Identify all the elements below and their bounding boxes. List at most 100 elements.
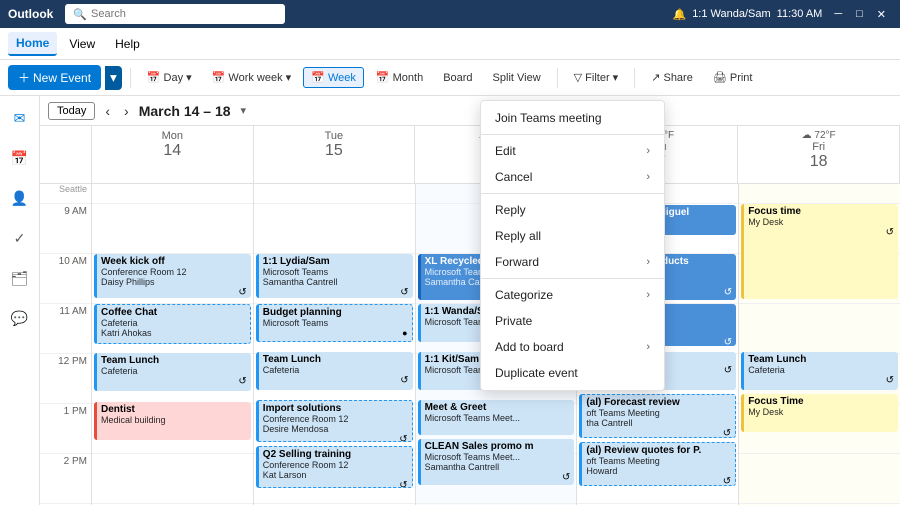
event-week-kickoff[interactable]: Week kick off Conference Room 12 Daisy P…	[94, 254, 251, 298]
ctx-add-board-arrow: ›	[646, 341, 650, 353]
seattle-time: Seattle	[40, 184, 91, 204]
ctx-add-board-label: Add to board	[495, 340, 564, 354]
prev-week-button[interactable]: ‹	[101, 103, 114, 119]
time-2pm: 2 PM	[40, 454, 91, 504]
day-name-mon: Mon	[94, 130, 251, 142]
maximize-button[interactable]: □	[850, 0, 869, 28]
ctx-forward-arrow: ›	[646, 256, 650, 268]
plus-icon: ＋	[18, 69, 30, 86]
event-coffee-chat[interactable]: Coffee Chat Cafeteria Katri Ahokas	[94, 304, 251, 344]
ctx-reply-all-label: Reply all	[495, 229, 541, 243]
search-icon: 🔍	[73, 8, 87, 21]
event-q2-selling[interactable]: Q2 Selling training Conference Room 12 K…	[256, 446, 413, 488]
nav-bar: Home View Help	[0, 28, 900, 60]
calendar-icon[interactable]: 📅	[6, 144, 34, 172]
ctx-categorize-arrow: ›	[646, 289, 650, 301]
day-num-tue: 15	[256, 142, 413, 160]
today-button[interactable]: Today	[48, 102, 95, 120]
share-button[interactable]: ↗ Share	[643, 67, 701, 88]
workweek-view-button[interactable]: 📅 Work week ▾	[204, 67, 300, 88]
print-button[interactable]: 🖨 Print	[705, 67, 761, 88]
calendar-main: Today ‹ › March 14 – 18 ▾ Mon 14 Tue 15 …	[40, 96, 900, 505]
event-forecast-review[interactable]: (al) Forecast review oft Teams Meeting t…	[579, 394, 736, 438]
left-sidebar: ✉ 📅 👤 ✓ 🗂 💬	[0, 96, 40, 505]
grid-body[interactable]: Seattle 9 AM 10 AM 11 AM 12 PM 1 PM 2 PM…	[40, 184, 900, 505]
ctx-sep2	[481, 193, 664, 194]
week-view-button[interactable]: 📅 Week	[303, 67, 364, 88]
time-column: Seattle 9 AM 10 AM 11 AM 12 PM 1 PM 2 PM…	[40, 184, 92, 505]
window-buttons: ─ □ ✕	[828, 0, 892, 28]
week-title: March 14 – 18	[139, 103, 231, 119]
day-view-button[interactable]: 📅 Day ▾	[139, 67, 200, 88]
time-11am: 11 AM	[40, 304, 91, 354]
top-bar: Outlook 🔍 🔔 1:1 Wanda/Sam 11:30 AM ─ □ ✕	[0, 0, 900, 28]
new-event-dropdown[interactable]: ▾	[105, 66, 122, 90]
search-bar[interactable]: 🔍	[65, 4, 285, 24]
ctx-reply-all[interactable]: Reply all	[481, 223, 664, 249]
day-col-tue[interactable]: 1:1 Lydia/Sam Microsoft Teams Samantha C…	[254, 184, 416, 505]
day-header-fri: ☁ 72°F Fri 18	[738, 126, 900, 183]
ctx-forward[interactable]: Forward ›	[481, 249, 664, 275]
day-name-tue: Tue	[256, 130, 413, 142]
day-col-mon[interactable]: Week kick off Conference Room 12 Daisy P…	[92, 184, 254, 505]
ctx-reply-label: Reply	[495, 203, 526, 217]
ctx-reply[interactable]: Reply	[481, 197, 664, 223]
weather-fri: ☁ 72°F	[740, 130, 897, 141]
calendar-grid: Mon 14 Tue 15 ☁ 72°F Wed 16 ☁ 72°F Thu 1…	[40, 126, 900, 505]
event-meet-greet[interactable]: Meet & Greet Microsoft Teams Meet...	[418, 400, 575, 435]
ctx-add-board[interactable]: Add to board ›	[481, 334, 664, 360]
toolbar-sep2	[557, 68, 558, 88]
search-input[interactable]	[91, 8, 251, 20]
event-focus-time-2[interactable]: Focus Time My Desk	[741, 394, 898, 432]
event-team-lunch-mon[interactable]: Team Lunch Cafeteria ↺	[94, 353, 251, 391]
calendar-outer: ✉ 📅 👤 ✓ 🗂 💬 Today ‹ › March 14 – 18 ▾ Mo…	[0, 96, 900, 505]
day-col-fri[interactable]: Focus time My Desk ↺ Team Lunch Cafeteri…	[739, 184, 900, 505]
event-focus-time[interactable]: Focus time My Desk ↺	[741, 204, 898, 299]
event-team-lunch-tue[interactable]: Team Lunch Cafeteria ↺	[256, 352, 413, 390]
day-header-tue: Tue 15	[254, 126, 416, 183]
week-title-dropdown[interactable]: ▾	[241, 104, 247, 117]
day-num-fri: 18	[740, 153, 897, 171]
ctx-duplicate-label: Duplicate event	[495, 366, 578, 380]
grid-header: Mon 14 Tue 15 ☁ 72°F Wed 16 ☁ 72°F Thu 1…	[40, 126, 900, 184]
event-review-quotes[interactable]: (al) Review quotes for P. oft Teams Meet…	[579, 442, 736, 486]
split-view-button[interactable]: Split View	[485, 68, 549, 88]
week-nav: Today ‹ › March 14 – 18 ▾	[40, 96, 900, 126]
mail-icon[interactable]: ✉	[6, 104, 34, 132]
board-view-button[interactable]: Board	[435, 68, 480, 88]
event-budget-planning[interactable]: Budget planning Microsoft Teams ●	[256, 304, 413, 342]
time-col-header	[40, 126, 92, 183]
tasks-icon[interactable]: ✓	[6, 224, 34, 252]
event-dentist[interactable]: Dentist Medical building	[94, 402, 251, 440]
event-clean-sales[interactable]: CLEAN Sales promo m Microsoft Teams Meet…	[418, 439, 575, 485]
ctx-cancel[interactable]: Cancel ›	[481, 184, 664, 190]
notification-icon[interactable]: 🔔	[672, 8, 686, 21]
files-icon[interactable]: 🗂	[6, 264, 34, 292]
month-view-button[interactable]: 📅 Month	[368, 67, 431, 88]
day-name-fri: Fri	[740, 141, 897, 153]
nav-help[interactable]: Help	[107, 33, 148, 55]
nav-home[interactable]: Home	[8, 32, 57, 56]
close-button[interactable]: ✕	[871, 0, 892, 28]
ctx-categorize-label: Categorize	[495, 288, 553, 302]
nav-view[interactable]: View	[61, 33, 103, 55]
contacts-icon[interactable]: 👤	[6, 184, 34, 212]
toolbar-separator	[130, 68, 131, 88]
ctx-forward-label: Forward	[495, 255, 539, 269]
new-event-button[interactable]: ＋ New Event	[8, 65, 101, 90]
minimize-button[interactable]: ─	[828, 0, 848, 28]
next-week-button[interactable]: ›	[120, 103, 133, 119]
event-team-lunch-fri[interactable]: Team Lunch Cafeteria ↺	[741, 352, 898, 390]
filter-button[interactable]: ▽ Filter ▾	[566, 67, 627, 88]
teams-icon[interactable]: 💬	[6, 304, 34, 332]
event-11-lydia[interactable]: 1:1 Lydia/Sam Microsoft Teams Samantha C…	[256, 254, 413, 298]
ctx-private-label: Private	[495, 314, 532, 328]
event-import-solutions[interactable]: Import solutions Conference Room 12 Desi…	[256, 400, 413, 442]
app-logo: Outlook	[8, 7, 53, 21]
ctx-duplicate[interactable]: Duplicate event	[481, 360, 664, 386]
day-header-mon: Mon 14	[92, 126, 254, 183]
ctx-private[interactable]: Private	[481, 308, 664, 334]
ctx-categorize[interactable]: Categorize ›	[481, 282, 664, 308]
time-12pm: 12 PM	[40, 354, 91, 404]
ctx-sep3	[481, 278, 664, 279]
